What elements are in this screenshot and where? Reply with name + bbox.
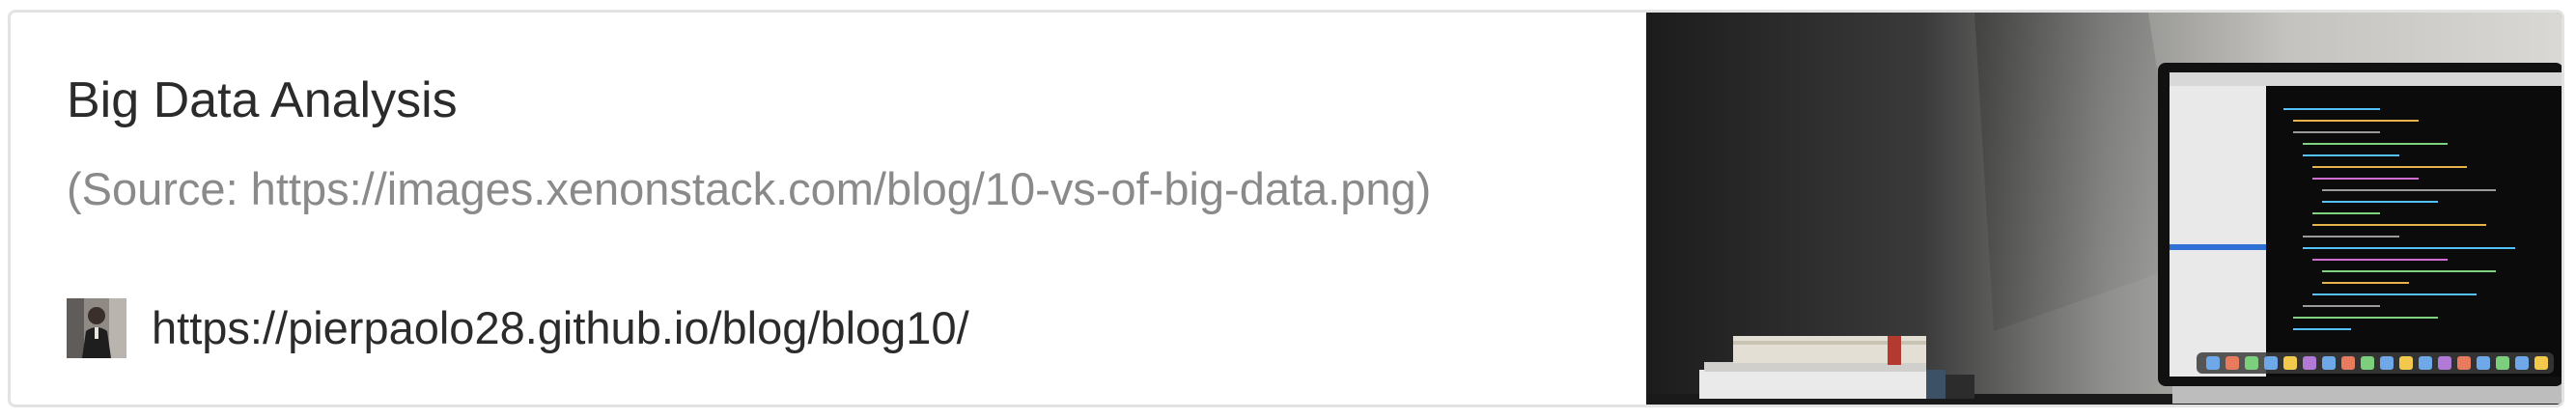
bookmark-card[interactable]: Big Data Analysis (Source: https://image… [8, 10, 2564, 407]
author-avatar-icon [67, 298, 126, 358]
bookmark-thumbnail [1646, 13, 2562, 405]
bookmark-title: Big Data Analysis [67, 72, 458, 128]
bookmark-text-area[interactable]: Big Data Analysis (Source: https://image… [11, 13, 1646, 405]
bookmark-description: (Source: https://images.xenonstack.com/b… [67, 163, 1432, 214]
bookmark-url[interactable]: https://pierpaolo28.github.io/blog/blog1… [152, 301, 969, 355]
bookmark-link-row[interactable]: https://pierpaolo28.github.io/blog/blog1… [67, 298, 969, 358]
